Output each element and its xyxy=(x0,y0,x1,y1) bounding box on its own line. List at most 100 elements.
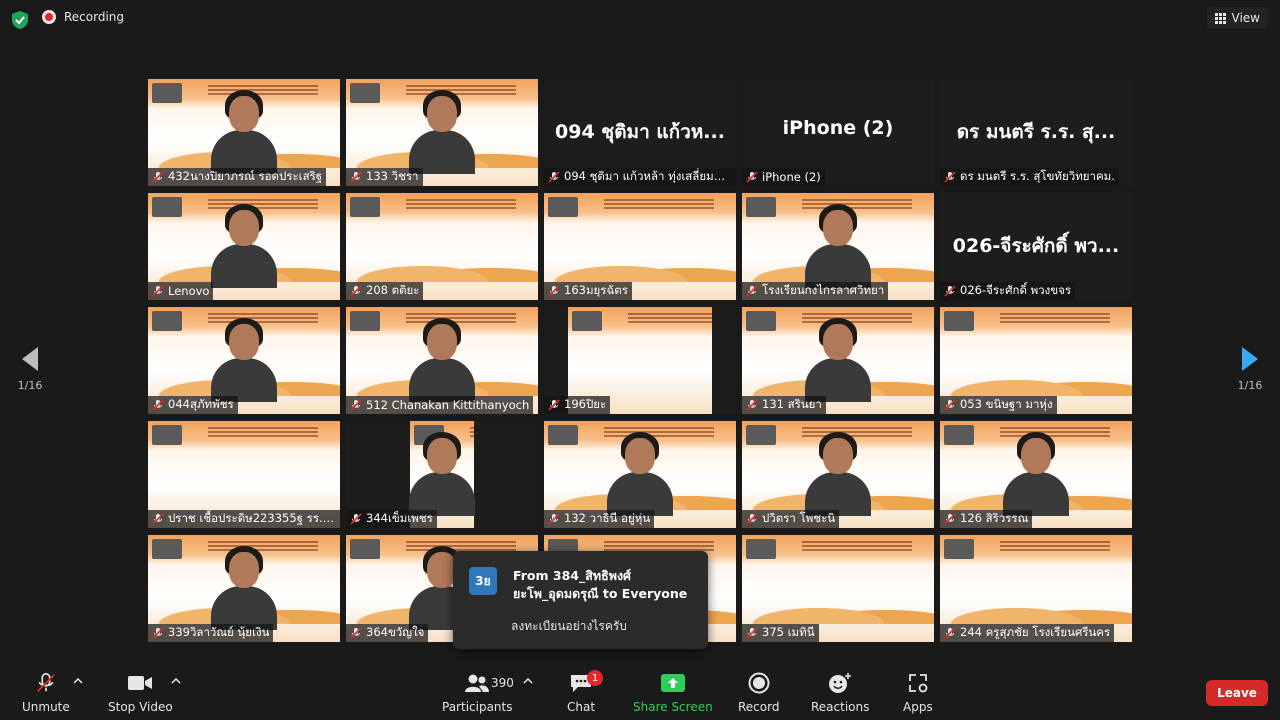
chat-notification[interactable]: 3ย From 384_สิทธิพงศ์ ยะโพ_อุดมดรุณี to … xyxy=(453,551,708,649)
participant-name-label: 131 สรินยา xyxy=(742,396,826,414)
participant-tile[interactable]: 344เข็มเพชร xyxy=(346,421,538,528)
apps-label: Apps xyxy=(903,700,933,714)
participant-person xyxy=(803,430,873,516)
participant-name-label: 432นางปิยาภรณ์ รอดประเสริฐ xyxy=(148,168,327,186)
participant-name-label: 132 วาธินี อยู่หุ่น xyxy=(544,510,655,528)
participant-tile[interactable]: 053 ขนิษฐา มาหุ่ง xyxy=(940,307,1132,414)
participant-tile[interactable]: 208 ตติยะ xyxy=(346,193,538,300)
participant-name-label: 344เข็มเพชร xyxy=(346,510,437,528)
apps-icon xyxy=(908,674,928,693)
recording-label: Recording xyxy=(64,10,125,24)
participant-tile[interactable]: 094 ชุติมา แก้วห... 094 ชุติมา แก้วหล้า ท… xyxy=(544,79,736,186)
participants-label: Participants xyxy=(442,700,513,714)
participant-name: 163มยุรฉัตร xyxy=(564,283,628,297)
mic-muted-icon xyxy=(746,399,758,411)
chat-notification-message: ลงทะเบียนอย่างไรครับ xyxy=(511,619,627,633)
mic-muted-icon xyxy=(944,399,956,411)
chat-notification-title: From 384_สิทธิพงศ์ ยะโพ_อุดมดรุณี to Eve… xyxy=(513,568,688,601)
prev-page-button[interactable]: 1/16 xyxy=(10,345,50,392)
share-screen-label: Share Screen xyxy=(633,700,713,714)
mic-muted-icon xyxy=(36,673,55,692)
participant-name: โรงเรียนกงไกรลาศวิทยา xyxy=(762,283,885,297)
participant-tile[interactable]: 163มยุรฉัตร xyxy=(544,193,736,300)
share-screen-button[interactable]: Share Screen xyxy=(633,672,713,714)
view-label: View xyxy=(1231,11,1260,25)
sender-avatar: 3ย xyxy=(469,567,497,595)
leave-button[interactable]: Leave xyxy=(1206,680,1268,706)
mic-muted-icon xyxy=(152,627,164,639)
participant-tile[interactable]: iPhone (2) iPhone (2) xyxy=(742,79,934,186)
participant-tile[interactable]: 375 เมทินี xyxy=(742,535,934,642)
mic-muted-icon xyxy=(944,285,956,297)
participant-tile[interactable]: 133 วิชรา xyxy=(346,79,538,186)
participant-name-label: ดร มนตรี ร.ร. สุโขทัยวิทยาคม. xyxy=(940,168,1119,186)
participant-name: 131 สรินยา xyxy=(762,397,822,411)
participant-name-label: 094 ชุติมา แก้วหล้า ทุ่งเสลี่ยมชนู... xyxy=(544,168,736,186)
participant-display-name: 026-จีระศักดิ์ พว... xyxy=(952,235,1120,257)
participant-name-label: 053 ขนิษฐา มาหุ่ง xyxy=(940,396,1057,414)
record-label: Record xyxy=(738,700,780,714)
apps-button[interactable]: Apps xyxy=(903,672,933,714)
video-camera-icon xyxy=(128,676,153,690)
participant-name: 339วิลาวัณย์ นุ้ยเงิน xyxy=(168,625,270,639)
stop-video-button[interactable]: Stop Video xyxy=(108,672,173,714)
chat-label: Chat xyxy=(567,700,596,714)
chevron-up-icon[interactable] xyxy=(171,676,181,686)
participant-tile[interactable]: ดร มนตรี ร.ร. สุ... ดร มนตรี ร.ร. สุโขทัย… xyxy=(940,79,1132,186)
unmute-button[interactable]: Unmute xyxy=(22,672,70,714)
participants-count: 390 xyxy=(491,676,514,690)
view-button[interactable]: View xyxy=(1206,7,1268,29)
participant-tile[interactable]: โรงเรียนกงไกรลาศวิทยา xyxy=(742,193,934,300)
participant-tile[interactable]: 512 Chanakan Kittithanyoch xyxy=(346,307,538,414)
participant-name: ปราช เชื้อประดิษ223355ฐ รร.สุโข... xyxy=(168,511,336,525)
participant-tile[interactable]: 126 สิริวรรณ xyxy=(940,421,1132,528)
mic-muted-icon xyxy=(746,513,758,525)
mic-muted-icon xyxy=(152,171,164,183)
recording-indicator[interactable]: Recording xyxy=(42,10,124,24)
participant-name-label: 133 วิชรา xyxy=(346,168,423,186)
participant-name: 126 สิริวรรณ xyxy=(960,511,1029,525)
participant-name: 375 เมทินี xyxy=(762,625,815,639)
next-page-button[interactable]: 1/16 xyxy=(1230,345,1270,392)
unmute-label: Unmute xyxy=(22,700,70,714)
participant-tile[interactable]: 196ปิยะ xyxy=(544,307,736,414)
participant-tile[interactable]: 432นางปิยาภรณ์ รอดประเสริฐ xyxy=(148,79,340,186)
mic-muted-icon xyxy=(548,171,560,183)
participant-tile[interactable]: ปราช เชื้อประดิษ223355ฐ รร.สุโข... xyxy=(148,421,340,528)
participant-name: 344เข็มเพชร xyxy=(366,511,433,525)
participant-person xyxy=(209,202,279,288)
participant-tile[interactable]: 131 สรินยา xyxy=(742,307,934,414)
participant-name: 432นางปิยาภรณ์ รอดประเสริฐ xyxy=(168,169,323,183)
participant-person xyxy=(1001,430,1071,516)
participant-name-label: 163มยุรฉัตร xyxy=(544,282,632,300)
shield-icon[interactable] xyxy=(10,10,30,30)
participant-name: 132 วาธินี อยู่หุ่น xyxy=(564,511,651,525)
participant-tile[interactable]: 026-จีระศักดิ์ พว... 026-จีระศักดิ์ พวงขจ… xyxy=(940,193,1132,300)
participant-person xyxy=(803,316,873,402)
mic-muted-icon xyxy=(548,513,560,525)
chevron-up-icon[interactable] xyxy=(523,676,533,686)
chat-button[interactable]: 1 Chat xyxy=(567,670,604,714)
participant-name: Lenovo xyxy=(168,284,210,298)
participant-tile[interactable]: Lenovo xyxy=(148,193,340,300)
participant-tile[interactable]: 044สุภัทพัชร xyxy=(148,307,340,414)
participant-name: 044สุภัทพัชร xyxy=(168,397,234,411)
participants-icon xyxy=(465,674,490,692)
participant-name: 053 ขนิษฐา มาหุ่ง xyxy=(960,397,1053,411)
participant-tile[interactable]: 339วิลาวัณย์ นุ้ยเงิน xyxy=(148,535,340,642)
participant-person xyxy=(407,430,477,516)
smiley-plus-icon xyxy=(829,673,852,693)
record-button[interactable]: Record xyxy=(738,672,779,714)
participant-display-name: 094 ชุติมา แก้วห... xyxy=(555,121,725,143)
mic-muted-icon xyxy=(746,627,758,639)
participant-name-label: ปราช เชื้อประดิษ223355ฐ รร.สุโข... xyxy=(148,510,340,528)
chevron-up-icon[interactable] xyxy=(73,676,83,686)
record-icon xyxy=(748,672,770,694)
participant-tile[interactable]: 132 วาธินี อยู่หุ่น xyxy=(544,421,736,528)
mic-muted-icon xyxy=(152,399,164,411)
participant-tile[interactable]: 244 ครูสุภชัย โรงเรียนศรีนคร xyxy=(940,535,1132,642)
participant-tile[interactable]: ปวิตรา โพชะนิ xyxy=(742,421,934,528)
participant-name-label: โรงเรียนกงไกรลาศวิทยา xyxy=(742,282,889,300)
reactions-button[interactable]: Reactions xyxy=(811,672,869,714)
recording-dot-icon xyxy=(42,10,56,24)
